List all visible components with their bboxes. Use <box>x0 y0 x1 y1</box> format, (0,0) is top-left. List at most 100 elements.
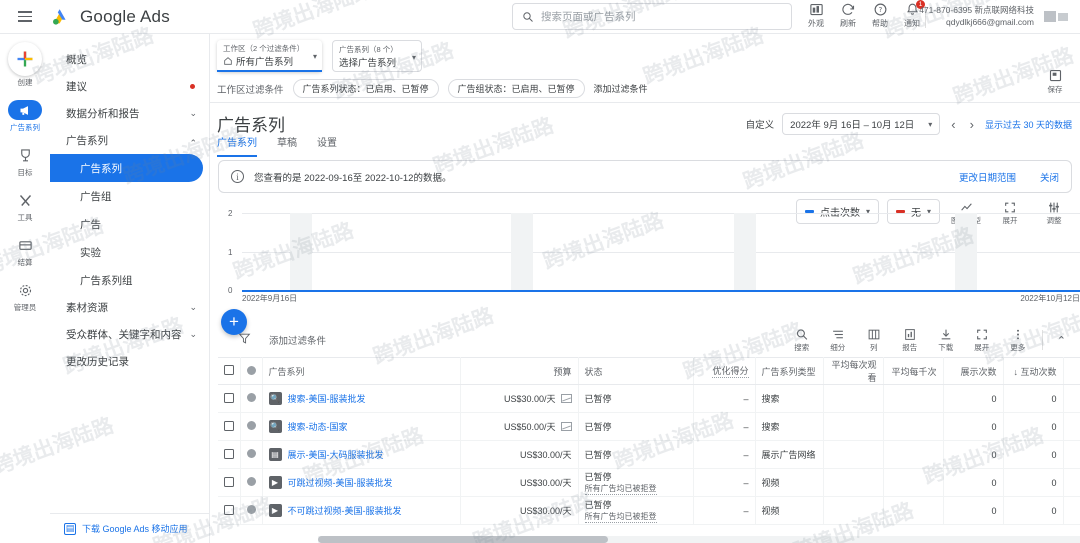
table-report-button[interactable]: 报告 <box>894 328 926 353</box>
sidebar-item-campaigns[interactable]: 广告系列 <box>50 154 203 182</box>
search-input[interactable]: 搜索页面或广告系列 <box>512 3 792 30</box>
hamburger-icon[interactable] <box>8 11 42 22</box>
refresh-button[interactable]: 刷新 <box>832 2 864 29</box>
table-row[interactable]: ▶ 可跳过视频-美国-服装批发 US$30.00/天 已暂停 所有广告均已被拒登… <box>218 468 1080 497</box>
row-status-cell[interactable] <box>240 384 263 413</box>
header-impressions[interactable]: 展示次数 <box>943 357 1004 385</box>
account-info[interactable]: 471-870-6395 新点联网络科技 qdydlkj666@gmail.co… <box>919 4 1034 28</box>
table-row[interactable]: 🔍 搜索-美国-服装批发 US$30.00/天 已暂停 – 搜索 0 0 <box>218 384 1080 413</box>
rail-item-campaigns[interactable]: 广告系列 <box>2 98 48 133</box>
row-name-cell[interactable]: ▶ 可跳过视频-美国-服装批发 <box>262 468 461 497</box>
rail-item-goals[interactable]: 目标 <box>2 143 48 178</box>
row-checkbox-cell[interactable] <box>218 496 241 525</box>
header-campaign-type[interactable]: 广告系列类型 <box>755 357 824 385</box>
tab-drafts[interactable]: 草稿 <box>277 134 297 157</box>
row-budget-cell[interactable]: US$30.00/天 <box>460 468 579 497</box>
row-name-cell[interactable]: ▶ 不可跳过视频-美国-服装批发 <box>262 496 461 525</box>
sidebar-item-recommendations[interactable]: 建议 <box>50 73 209 100</box>
select-all-checkbox[interactable] <box>224 365 234 375</box>
sidebar-item-adgroups[interactable]: 广告组 <box>50 182 209 210</box>
header-interaction-rate[interactable]: 互动率 <box>1063 357 1080 385</box>
download-app-link[interactable]: ▤ 下载 Google Ads 移动应用 <box>50 513 210 535</box>
filter-chip-adgroup-status[interactable]: 广告组状态：已启用、已暂停 <box>447 79 585 98</box>
header-optscore[interactable]: 优化得分 <box>693 357 756 385</box>
save-button[interactable]: 保存 <box>1038 68 1072 95</box>
row-checkbox[interactable] <box>224 504 234 515</box>
create-button[interactable]: 创建 <box>7 42 43 88</box>
row-status-cell[interactable] <box>240 468 263 497</box>
sidebar-item-experiments[interactable]: 实验 <box>50 238 209 266</box>
scrollbar-thumb[interactable] <box>318 536 608 543</box>
row-checkbox-cell[interactable] <box>218 440 241 469</box>
last-30-days-link[interactable]: 显示过去 30 天的数据 <box>985 118 1072 131</box>
row-checkbox[interactable] <box>224 476 234 487</box>
help-button[interactable]: ? 帮助 <box>864 2 896 29</box>
campaign-name-link[interactable]: 不可跳过视频-美国-服装批发 <box>288 504 402 517</box>
banner-close-link[interactable]: 关闭 <box>1040 170 1059 184</box>
rail-item-billing[interactable]: 结算 <box>2 233 48 268</box>
add-campaign-fab[interactable]: + <box>221 309 247 335</box>
add-filter-link[interactable]: 添加过滤条件 <box>594 82 648 95</box>
row-status-cell[interactable] <box>240 412 263 441</box>
sidebar-item-audiences[interactable]: 受众群体、关键字和内容 ⌄ <box>50 321 209 348</box>
row-budget-cell[interactable]: US$30.00/天 <box>460 384 579 413</box>
table-row[interactable]: ▶ 不可跳过视频-美国-服装批发 US$30.00/天 已暂停 所有广告均已被拒… <box>218 496 1080 525</box>
row-name-cell[interactable]: ▤ 展示-美国-大码服装批发 <box>262 440 461 469</box>
row-checkbox[interactable] <box>224 448 234 459</box>
sidebar-item-change-history[interactable]: 更改历史记录 <box>50 348 209 375</box>
sidebar-item-insights[interactable]: 数据分析和报告 ⌄ <box>50 100 209 127</box>
row-checkbox-cell[interactable] <box>218 412 241 441</box>
avatar[interactable] <box>1044 10 1072 23</box>
sidebar-item-campaigns-group[interactable]: 广告系列 ⌃ <box>50 127 209 154</box>
row-status-cell[interactable] <box>240 496 263 525</box>
row-budget-cell[interactable]: US$30.00/天 <box>460 440 579 469</box>
table-add-filter[interactable]: 添加过滤条件 <box>269 333 326 347</box>
table-row[interactable]: ▤ 展示-美国-大码服装批发 US$30.00/天 已暂停 – 展示广告网络 0… <box>218 440 1080 469</box>
appearance-button[interactable]: 外观 <box>800 2 832 29</box>
sidebar-item-ads[interactable]: 广告 <box>50 210 209 238</box>
row-checkbox-cell[interactable] <box>218 384 241 413</box>
workspace-selector[interactable]: 工作区（2 个过滤条件） 所有广告系列 ▾ <box>217 40 322 72</box>
rail-item-admin[interactable]: 管理员 <box>2 278 48 313</box>
row-name-cell[interactable]: 🔍 搜索-动态-国家 <box>262 412 461 441</box>
row-checkbox-cell[interactable] <box>218 468 241 497</box>
table-more-button[interactable]: 更多 <box>1002 328 1034 353</box>
header-state[interactable]: 状态 <box>578 357 694 385</box>
campaign-name-link[interactable]: 可跳过视频-美国-服装批发 <box>288 476 393 489</box>
header-campaign[interactable]: 广告系列 <box>262 357 461 385</box>
rail-item-tools[interactable]: 工具 <box>2 188 48 223</box>
campaign-name-link[interactable]: 展示-美国-大码服装批发 <box>288 448 384 461</box>
header-interactions[interactable]: ↓ 互动次数 <box>1003 357 1064 385</box>
row-budget-cell[interactable]: US$50.00/天 <box>460 412 579 441</box>
tab-campaigns[interactable]: 广告系列 <box>217 134 257 157</box>
row-status-cell[interactable] <box>240 440 263 469</box>
table-search-button[interactable]: 搜索 <box>786 328 818 353</box>
table-expand-button[interactable]: 展开 <box>966 328 998 353</box>
horizontal-scrollbar[interactable] <box>318 536 1080 543</box>
header-budget[interactable]: 预算 <box>460 357 579 385</box>
row-checkbox[interactable] <box>224 420 234 431</box>
chevron-up-icon[interactable]: ⌃ <box>1051 334 1072 347</box>
brand[interactable]: Google Ads <box>50 6 170 28</box>
sidebar-item-overview[interactable]: 概览 <box>50 46 209 73</box>
campaign-name-link[interactable]: 搜索-动态-国家 <box>288 420 348 433</box>
row-name-cell[interactable]: 🔍 搜索-美国-服装批发 <box>262 384 461 413</box>
sidebar-item-assets[interactable]: 素材资源 ⌄ <box>50 294 209 321</box>
row-checkbox[interactable] <box>224 392 234 403</box>
header-select-all[interactable] <box>218 357 241 385</box>
table-segment-button[interactable]: 细分 <box>822 328 854 353</box>
date-range-picker[interactable]: 2022年 9月 16日 – 10月 12日 ▾ <box>782 113 941 135</box>
banner-change-date-link[interactable]: 更改日期范围 <box>959 170 1016 184</box>
header-avg-thousand[interactable]: 平均每千次 <box>883 357 944 385</box>
funnel-icon[interactable] <box>238 332 251 348</box>
header-avg-view[interactable]: 平均每次观看 <box>823 357 884 385</box>
table-row[interactable]: 🔍 搜索-动态-国家 US$50.00/天 已暂停 – 搜索 0 0 – <box>218 412 1080 441</box>
tab-settings[interactable]: 设置 <box>317 134 337 157</box>
sidebar-item-campaign-groups[interactable]: 广告系列组 <box>50 266 209 294</box>
table-download-button[interactable]: 下载 <box>930 328 962 353</box>
row-budget-cell[interactable]: US$30.00/天 <box>460 496 579 525</box>
filter-chip-campaign-status[interactable]: 广告系列状态：已启用、已暂停 <box>292 79 439 98</box>
campaign-selector[interactable]: 广告系列（8 个） 选择广告系列 ▾ <box>332 40 422 72</box>
prev-period-button[interactable]: ‹ <box>948 117 958 132</box>
campaign-name-link[interactable]: 搜索-美国-服装批发 <box>288 392 366 405</box>
